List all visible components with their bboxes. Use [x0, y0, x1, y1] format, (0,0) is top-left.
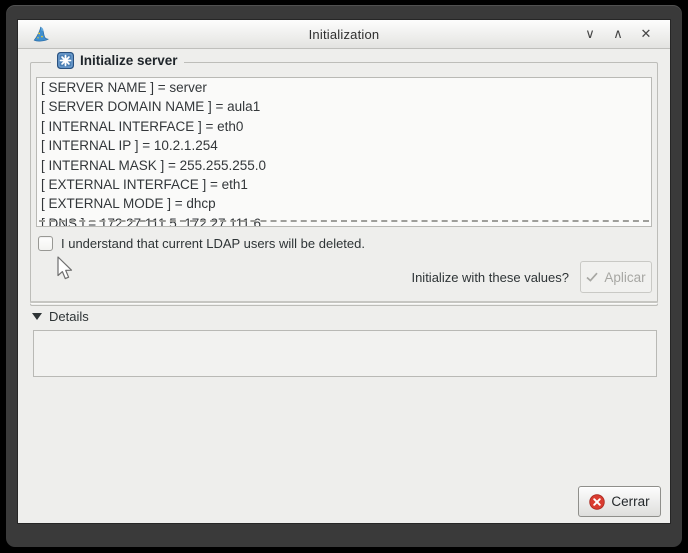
initialization-dialog: Initialization ∨ ∧ ✕ Initialize server [… [18, 20, 670, 523]
window-title: Initialization [308, 26, 380, 42]
expander-triangle-icon [32, 313, 42, 320]
apply-row: Initialize with these values? Aplicar [411, 261, 652, 293]
config-line: [ SERVER DOMAIN NAME ] = aula1 [41, 99, 261, 115]
details-expander[interactable]: Details [32, 309, 89, 324]
group-title: Initialize server [80, 53, 178, 68]
config-line: [ INTERNAL INTERFACE ] = eth0 [41, 118, 244, 134]
close-button-label: Cerrar [611, 494, 650, 509]
close-button[interactable]: Cerrar [578, 486, 661, 517]
truncation-dashes [39, 220, 649, 222]
shade-button[interactable]: ∨ [576, 20, 604, 48]
config-line: [ EXTERNAL MODE ] = dhcp [41, 196, 216, 212]
details-textview[interactable] [33, 330, 657, 377]
config-line: [ SERVER NAME ] = server [41, 80, 207, 95]
ldap-confirm-row[interactable]: I understand that current LDAP users wil… [38, 236, 365, 251]
apply-button[interactable]: Aplicar [580, 261, 652, 293]
mouse-cursor [57, 256, 73, 280]
config-line: [ INTERNAL IP ] = 10.2.1.254 [41, 138, 218, 154]
titlebar[interactable]: Initialization ∨ ∧ ✕ [18, 20, 670, 49]
close-window-button[interactable]: ✕ [632, 20, 660, 48]
apply-prompt: Initialize with these values? [411, 269, 569, 285]
config-textview[interactable]: [ SERVER NAME ] = server [ SERVER DOMAIN… [36, 77, 652, 227]
ldap-confirm-label: I understand that current LDAP users wil… [61, 236, 365, 251]
config-line: [ INTERNAL MASK ] = 255.255.255.0 [41, 157, 266, 173]
group-legend: Initialize server [51, 52, 184, 69]
initialize-server-group: Initialize server [ SERVER NAME ] = serv… [30, 52, 658, 306]
unshade-button[interactable]: ∧ [604, 20, 632, 48]
close-circle-icon [589, 493, 606, 510]
check-icon [586, 272, 598, 282]
apply-button-label: Aplicar [604, 269, 646, 285]
config-line: [ EXTERNAL INTERFACE ] = eth1 [41, 177, 248, 193]
separator [30, 301, 658, 304]
window-frame: Initialization ∨ ∧ ✕ Initialize server [… [6, 5, 682, 547]
window-controls: ∨ ∧ ✕ [576, 20, 660, 48]
run-icon [57, 52, 74, 69]
details-label: Details [49, 309, 89, 324]
ldap-confirm-checkbox[interactable] [38, 236, 53, 251]
